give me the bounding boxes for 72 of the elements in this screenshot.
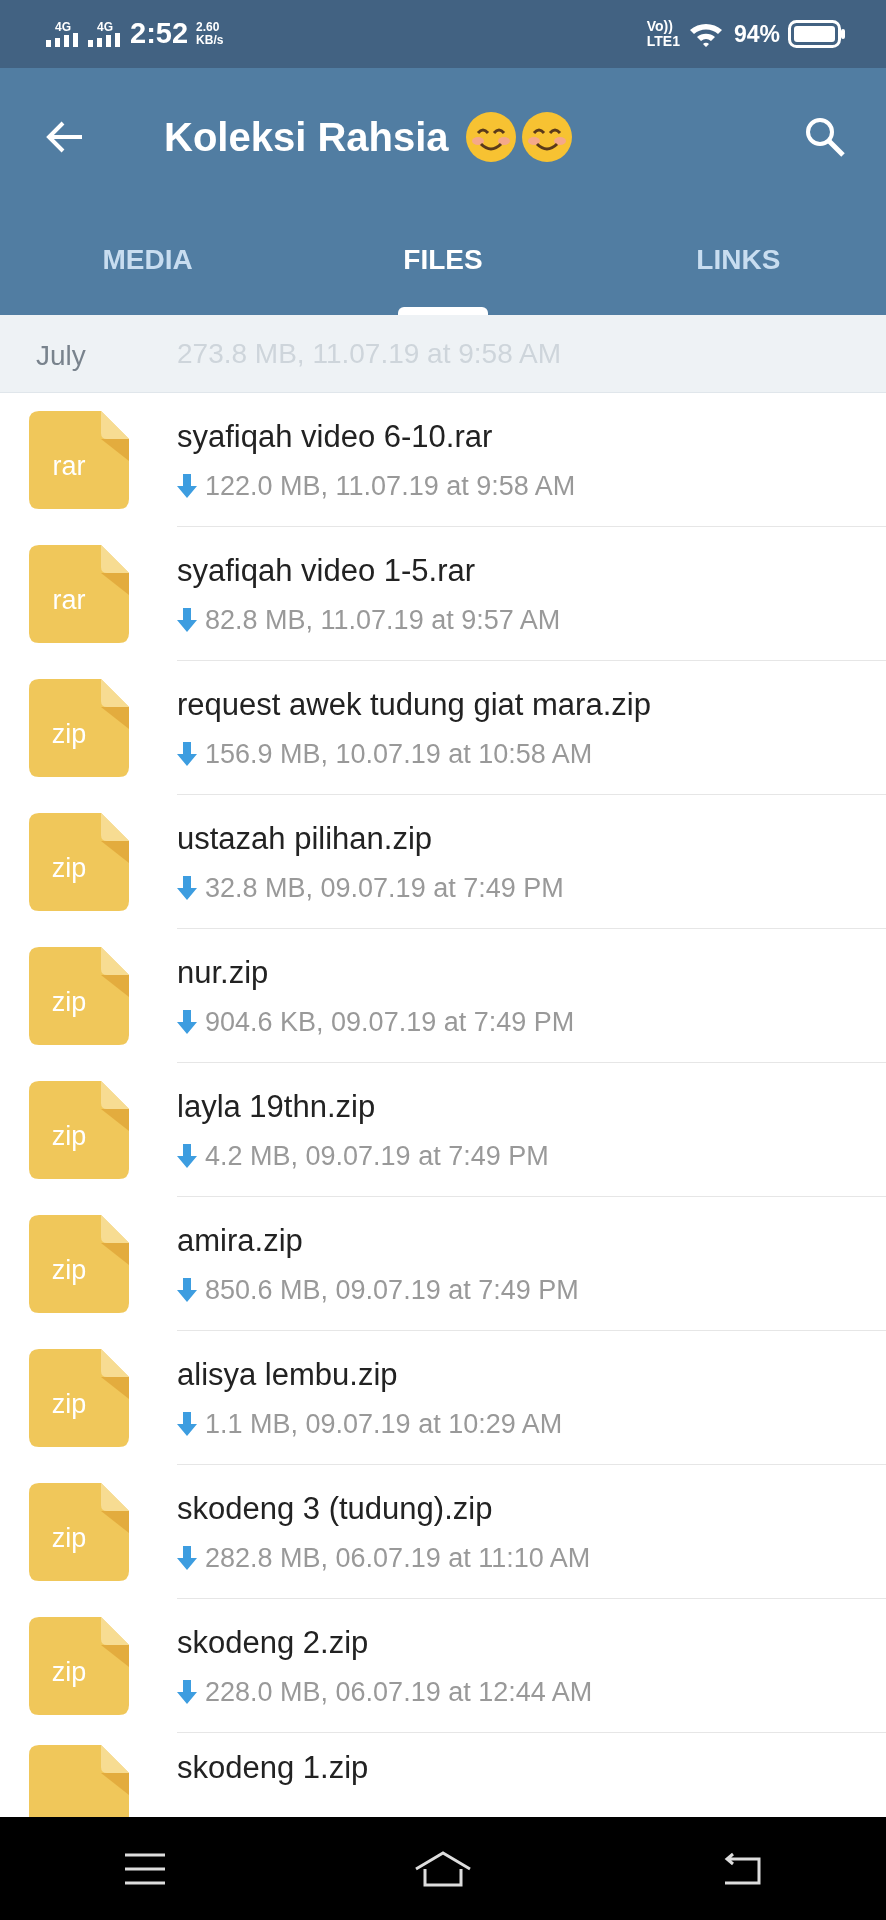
- file-name[interactable]: nur.zip: [177, 949, 575, 996]
- file-details: 228.0 MB, 06.07.19 at 12:44 AM: [205, 1676, 593, 1709]
- file-name[interactable]: layla 19thn.zip: [177, 1083, 549, 1130]
- tab[interactable]: FILES: [295, 205, 591, 315]
- network-label: 4G: [55, 21, 71, 33]
- file-name[interactable]: skodeng 3 (tudung).zip: [177, 1485, 591, 1532]
- smiling-face-icon: [464, 110, 517, 163]
- file-icon: [29, 411, 129, 509]
- search-icon[interactable]: [804, 115, 846, 158]
- file-details: 904.6 KB, 09.07.19 at 7:49 PM: [205, 1006, 575, 1039]
- file-type-label: zip: [51, 1523, 87, 1553]
- file-details: 122.0 MB, 11.07.19 at 9:58 AM: [205, 470, 576, 503]
- file-type-label: rar: [52, 585, 86, 615]
- clock: 2:52: [130, 16, 189, 52]
- file-type-label: zip: [51, 1121, 87, 1151]
- smiling-face-icon: [520, 110, 573, 163]
- file-name[interactable]: syafiqah video 6-10.rar: [177, 413, 576, 460]
- file-name[interactable]: syafiqah video 1-5.rar: [177, 547, 561, 594]
- download-arrow-icon[interactable]: [177, 1278, 197, 1303]
- lte-label: LTE1: [646, 34, 680, 49]
- file-name[interactable]: amira.zip: [177, 1217, 579, 1264]
- file-icon: [29, 1349, 129, 1447]
- download-arrow-icon[interactable]: [177, 1010, 197, 1035]
- speed-unit: KB/s: [196, 34, 224, 47]
- back-arrow-icon[interactable]: [46, 119, 84, 154]
- network-label: 4G: [97, 21, 113, 33]
- file-type-label: zip: [51, 853, 87, 883]
- file-details: 32.8 MB, 09.07.19 at 7:49 PM: [205, 872, 564, 905]
- file-icon: [29, 813, 129, 911]
- file-type-label: zip: [51, 1657, 87, 1687]
- file-type-label: rar: [52, 451, 86, 481]
- file-details: 1.1 MB, 09.07.19 at 10:29 AM: [205, 1408, 563, 1441]
- file-type-label: zip: [51, 987, 87, 1017]
- download-arrow-icon[interactable]: [177, 742, 197, 767]
- file-name[interactable]: skodeng 1.zip: [177, 1745, 369, 1792]
- download-arrow-icon[interactable]: [177, 608, 197, 633]
- file-name[interactable]: alisya lembu.zip: [177, 1351, 563, 1398]
- file-icon: [29, 679, 129, 777]
- file-icon: [29, 1617, 129, 1715]
- file-icon: [29, 1215, 129, 1313]
- file-name[interactable]: ustazah pilihan.zip: [177, 815, 564, 862]
- battery-percent: 94%: [733, 19, 780, 49]
- file-type-label: zip: [51, 1389, 87, 1419]
- file-icon: [29, 1081, 129, 1179]
- menu-icon[interactable]: [123, 1851, 168, 1886]
- signal-icon: [46, 33, 80, 47]
- file-details: 4.2 MB, 09.07.19 at 7:49 PM: [205, 1140, 549, 1173]
- file-name[interactable]: request awek tudung giat mara.zip: [177, 681, 651, 728]
- file-details: 82.8 MB, 11.07.19 at 9:57 AM: [205, 604, 561, 637]
- file-icon: [29, 947, 129, 1045]
- volte-label: Vo)): [646, 19, 674, 34]
- file-details: 850.6 MB, 09.07.19 at 7:49 PM: [205, 1274, 579, 1307]
- file-icon: [29, 1483, 129, 1581]
- file-icon: [29, 1745, 129, 1817]
- download-arrow-icon[interactable]: [177, 1546, 197, 1571]
- file-icon: [29, 545, 129, 643]
- file-type-label: zip: [51, 1255, 87, 1285]
- download-arrow-icon[interactable]: [177, 1144, 197, 1169]
- file-details: 282.8 MB, 06.07.19 at 11:10 AM: [205, 1542, 591, 1575]
- file-name[interactable]: skodeng 2.zip: [177, 1619, 593, 1666]
- home-icon[interactable]: [414, 1850, 472, 1887]
- month-header: July: [36, 339, 86, 373]
- network-speed: 2.60: [196, 21, 221, 34]
- download-arrow-icon[interactable]: [177, 876, 197, 901]
- battery-icon: [788, 20, 846, 48]
- download-arrow-icon[interactable]: [177, 1412, 197, 1437]
- file-details: 156.9 MB, 10.07.19 at 10:58 AM: [205, 738, 593, 771]
- signal-icon: [88, 33, 122, 47]
- chat-title: Koleksi Rahsia: [164, 113, 449, 161]
- download-arrow-icon[interactable]: [177, 1680, 197, 1705]
- download-arrow-icon[interactable]: [177, 474, 197, 499]
- file-type-label: zip: [51, 719, 87, 749]
